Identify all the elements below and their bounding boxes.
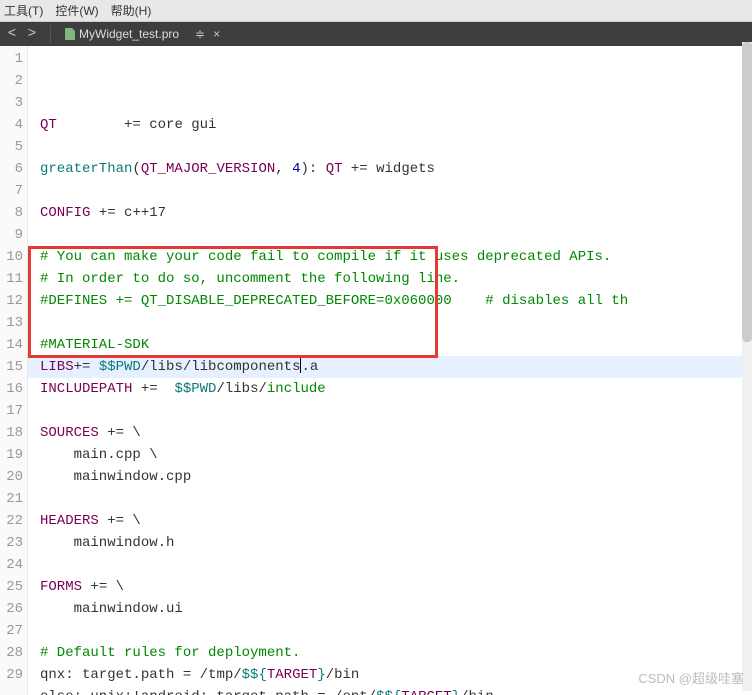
line-number: 21 [0,488,27,510]
code-line[interactable]: # Default rules for deployment. [40,642,752,664]
code-line[interactable] [40,180,752,202]
scrollbar-thumb[interactable] [742,42,752,342]
code-line[interactable]: FORMS += \ [40,576,752,598]
code-line[interactable]: mainwindow.cpp [40,466,752,488]
code-line[interactable] [40,620,752,642]
code-line[interactable]: #DEFINES += QT_DISABLE_DEPRECATED_BEFORE… [40,290,752,312]
line-number: 23 [0,532,27,554]
line-number: 6 [0,158,27,180]
line-number: 25 [0,576,27,598]
line-number: 22 [0,510,27,532]
code-line[interactable] [40,554,752,576]
text-cursor [300,357,301,373]
line-number: 14 [0,334,27,356]
line-number: 10 [0,246,27,268]
nav-forward-icon[interactable]: > [24,26,40,42]
line-number: 27 [0,620,27,642]
watermark: CSDN @超级哇塞 [638,668,744,687]
line-number: 9 [0,224,27,246]
tab-dropdown-icon[interactable]: ≑ [195,27,205,41]
line-number: 24 [0,554,27,576]
nav-back-icon[interactable]: < [4,26,20,42]
line-number-gutter: 1234567891011121314151617181920212223242… [0,46,28,695]
line-number: 18 [0,422,27,444]
code-area[interactable]: QT += core gui greaterThan(QT_MAJOR_VERSI… [28,46,752,695]
code-line[interactable]: # In order to do so, uncomment the follo… [40,268,752,290]
file-icon [65,28,75,40]
code-line[interactable]: main.cpp \ [40,444,752,466]
line-number: 3 [0,92,27,114]
menubar: 工具(T) 控件(W) 帮助(H) [0,0,752,22]
code-line[interactable] [40,488,752,510]
line-number: 20 [0,466,27,488]
line-number: 16 [0,378,27,400]
code-line[interactable]: HEADERS += \ [40,510,752,532]
line-number: 4 [0,114,27,136]
line-number: 26 [0,598,27,620]
code-line[interactable] [40,224,752,246]
code-line[interactable]: #MATERIAL-SDK [40,334,752,356]
line-number: 5 [0,136,27,158]
code-line[interactable] [40,312,752,334]
line-number: 17 [0,400,27,422]
line-number: 11 [0,268,27,290]
line-number: 7 [0,180,27,202]
line-number: 13 [0,312,27,334]
code-line[interactable] [40,136,752,158]
code-line[interactable]: mainwindow.ui [40,598,752,620]
file-tab[interactable]: MyWidget_test.pro [61,25,183,43]
code-line[interactable]: mainwindow.h [40,532,752,554]
code-line[interactable]: CONFIG += c++17 [40,202,752,224]
tab-filename: MyWidget_test.pro [79,27,179,41]
line-number: 15 [0,356,27,378]
code-editor[interactable]: 1234567891011121314151617181920212223242… [0,46,752,695]
menu-controls[interactable]: 控件(W) [55,2,98,19]
code-line[interactable]: # You can make your code fail to compile… [40,246,752,268]
line-number: 28 [0,642,27,664]
tab-close-icon[interactable]: × [213,27,220,41]
line-number: 1 [0,48,27,70]
vertical-scrollbar[interactable] [742,42,752,691]
code-line[interactable]: greaterThan(QT_MAJOR_VERSION, 4): QT += … [40,158,752,180]
line-number: 2 [0,70,27,92]
menu-tools[interactable]: 工具(T) [4,2,43,19]
menu-help[interactable]: 帮助(H) [111,2,152,19]
code-line[interactable]: LIBS+= $$PWD/libs/libcomponents.a [28,356,752,378]
line-number: 29 [0,664,27,686]
code-line[interactable]: INCLUDEPATH += $$PWD/libs/include [40,378,752,400]
code-line[interactable] [40,400,752,422]
code-line[interactable]: QT += core gui [40,114,752,136]
line-number: 8 [0,202,27,224]
separator [50,25,51,43]
tab-bar: < > MyWidget_test.pro ≑ × [0,22,752,46]
line-number: 19 [0,444,27,466]
code-line[interactable]: SOURCES += \ [40,422,752,444]
tab-controls: ≑ × [195,27,220,41]
line-number: 12 [0,290,27,312]
